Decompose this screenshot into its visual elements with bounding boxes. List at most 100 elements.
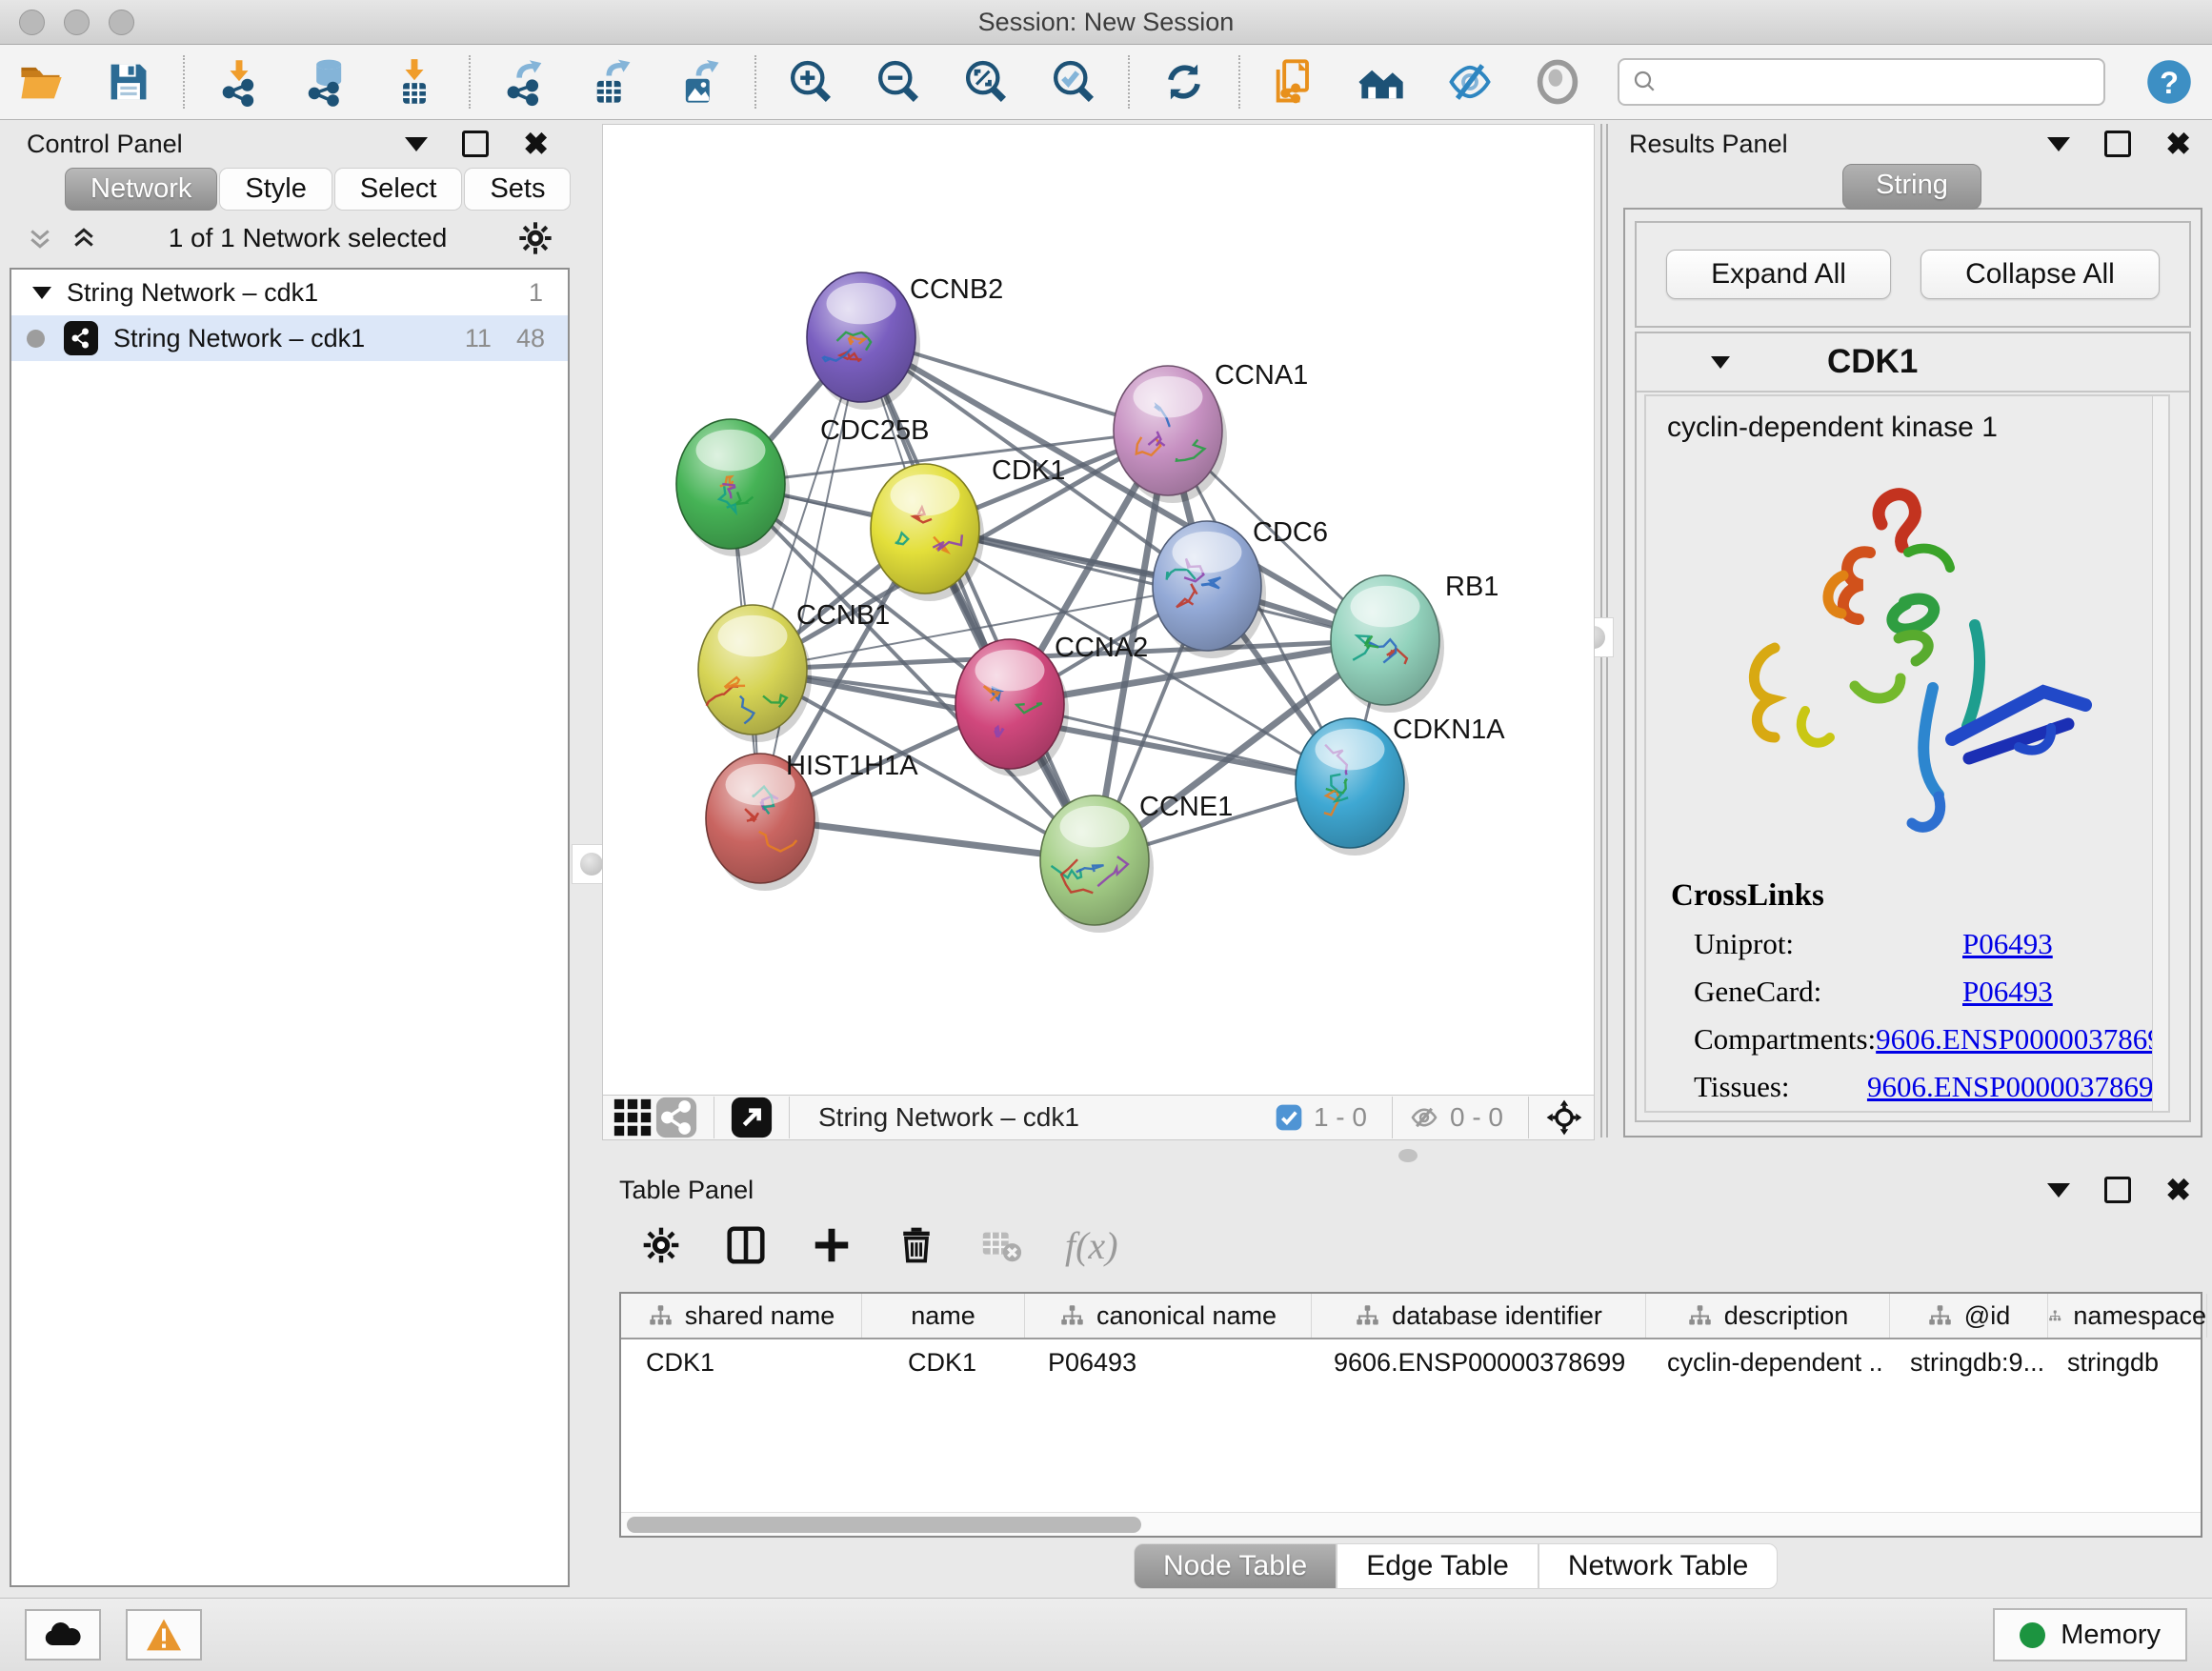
float-panel-icon[interactable] bbox=[462, 131, 489, 157]
scrollbar-thumb[interactable] bbox=[627, 1517, 1141, 1533]
export-table-icon[interactable] bbox=[587, 56, 638, 108]
cell-namespace[interactable]: stringdb bbox=[2042, 1348, 2201, 1378]
hide-eye-icon[interactable] bbox=[1444, 56, 1496, 108]
import-network-file-icon[interactable] bbox=[213, 56, 265, 108]
save-session-button[interactable] bbox=[103, 56, 154, 108]
tab-style[interactable]: Style bbox=[219, 168, 332, 211]
edge[interactable] bbox=[760, 337, 861, 818]
string-share-gray-icon[interactable] bbox=[654, 1098, 698, 1137]
table-horizontal-scrollbar[interactable] bbox=[621, 1512, 2201, 1536]
column-header-shared-name[interactable]: shared name bbox=[621, 1294, 862, 1338]
network-collection-row[interactable]: String Network – cdk1 1 bbox=[11, 270, 568, 315]
function-builder-icon[interactable]: f(x) bbox=[1065, 1223, 1118, 1268]
open-in-window-icon[interactable] bbox=[730, 1098, 774, 1137]
network-row[interactable]: String Network – cdk1 11 48 bbox=[11, 315, 568, 361]
cell-database-identifier[interactable]: 9606.ENSP00000378699 bbox=[1309, 1348, 1642, 1378]
entry-collapse-icon[interactable] bbox=[1711, 356, 1730, 369]
crosslink-link[interactable]: 9606.ENSP00000378699 bbox=[1867, 1070, 2168, 1104]
node-RB1[interactable]: RB1 bbox=[1331, 572, 1498, 713]
crosslink-link[interactable]: 9606.ENSP00000378699 bbox=[1876, 1022, 2170, 1057]
float-results-icon[interactable] bbox=[2104, 131, 2131, 157]
collapse-results-icon[interactable] bbox=[2047, 137, 2070, 151]
gear-icon[interactable] bbox=[516, 219, 554, 257]
node-CCNB1[interactable]: CCNB1 bbox=[698, 600, 890, 742]
delete-table-icon[interactable] bbox=[979, 1223, 1023, 1267]
node-HIST1H1A[interactable]: HIST1H1A bbox=[706, 751, 918, 891]
search-input[interactable] bbox=[1659, 67, 2073, 98]
cell-name[interactable]: CDK1 bbox=[861, 1348, 1023, 1378]
export-image-icon[interactable] bbox=[674, 56, 726, 108]
column-header-id[interactable]: @id bbox=[1890, 1294, 2048, 1338]
zoom-out-icon[interactable] bbox=[873, 56, 924, 108]
cell-id[interactable]: stringdb:9... bbox=[1885, 1348, 2042, 1378]
table-row[interactable]: CDK1CDK1P064939606.ENSP00000378699cyclin… bbox=[621, 1339, 2201, 1385]
hidden-items-icon[interactable] bbox=[1408, 1101, 1440, 1134]
node-CCNB2[interactable]: CCNB2 bbox=[807, 272, 1003, 410]
column-header-database-identifier[interactable]: database identifier bbox=[1312, 1294, 1646, 1338]
cell-canonical-name[interactable]: P06493 bbox=[1023, 1348, 1309, 1378]
collapse-all-button[interactable]: Collapse All bbox=[1920, 250, 2160, 299]
column-header-description[interactable]: description bbox=[1646, 1294, 1890, 1338]
crosslink-link[interactable]: P06493 bbox=[1962, 975, 2053, 1009]
zoom-in-icon[interactable] bbox=[785, 56, 836, 108]
collapse-all-icon[interactable] bbox=[25, 224, 55, 252]
close-panel-icon[interactable]: ✖ bbox=[523, 129, 549, 159]
cell-shared-name[interactable]: CDK1 bbox=[621, 1348, 861, 1378]
tab-string[interactable]: String bbox=[1842, 164, 1981, 210]
cell-description[interactable]: cyclin-dependent ... bbox=[1642, 1348, 1885, 1378]
import-table-file-icon[interactable] bbox=[389, 56, 440, 108]
clone-network-icon[interactable] bbox=[1269, 56, 1320, 108]
tab-node-table[interactable]: Node Table bbox=[1134, 1543, 1337, 1589]
open-session-button[interactable] bbox=[15, 56, 67, 108]
close-window-button[interactable] bbox=[19, 10, 45, 35]
zoom-fit-icon[interactable] bbox=[960, 56, 1012, 108]
houses-icon[interactable] bbox=[1357, 56, 1408, 108]
entry-header[interactable]: CDK1 bbox=[1637, 333, 2189, 393]
tab-network-table[interactable]: Network Table bbox=[1538, 1543, 1779, 1589]
node-CDC6[interactable]: CDC6 bbox=[1153, 517, 1328, 658]
zoom-selected-icon[interactable] bbox=[1048, 56, 1099, 108]
horizontal-splitter-handle[interactable] bbox=[1398, 1149, 1418, 1162]
node-CCNA1[interactable]: CCNA1 bbox=[1114, 360, 1308, 503]
pan-crosshair-icon[interactable] bbox=[1544, 1097, 1584, 1137]
expand-all-icon[interactable] bbox=[69, 224, 99, 252]
tab-sets[interactable]: Sets bbox=[464, 168, 571, 211]
selected-checkbox-icon[interactable] bbox=[1274, 1102, 1304, 1133]
collapse-panel-icon[interactable] bbox=[405, 137, 428, 151]
node-CDK1[interactable]: CDK1 bbox=[871, 455, 1065, 601]
warning-button[interactable] bbox=[126, 1609, 202, 1661]
help-icon[interactable]: ? bbox=[2143, 56, 2195, 108]
node-CCNE1[interactable]: CCNE1 bbox=[1040, 792, 1233, 933]
tree-expand-icon[interactable] bbox=[32, 287, 51, 299]
eye-icon[interactable] bbox=[1532, 56, 1583, 108]
results-scrollbar[interactable] bbox=[2152, 396, 2168, 1111]
close-table-icon[interactable]: ✖ bbox=[2165, 1175, 2191, 1205]
node-CDKN1A[interactable]: CDKN1A bbox=[1296, 715, 1505, 856]
tab-edge-table[interactable]: Edge Table bbox=[1337, 1543, 1538, 1589]
crosslink-link[interactable]: P06493 bbox=[1962, 927, 2053, 961]
birds-eye-grid-icon[interactable] bbox=[611, 1098, 654, 1137]
minimize-window-button[interactable] bbox=[64, 10, 90, 35]
memory-button[interactable]: Memory bbox=[1993, 1608, 2187, 1661]
column-header-name[interactable]: name bbox=[862, 1294, 1025, 1338]
column-header-canonical-name[interactable]: canonical name bbox=[1025, 1294, 1312, 1338]
tab-network[interactable]: Network bbox=[65, 168, 217, 211]
float-table-icon[interactable] bbox=[2104, 1177, 2131, 1203]
tree-column-icon bbox=[1687, 1303, 1713, 1329]
string-network-icon bbox=[64, 321, 98, 355]
add-column-icon[interactable] bbox=[810, 1223, 854, 1267]
expand-all-button[interactable]: Expand All bbox=[1666, 250, 1891, 299]
import-network-database-icon[interactable] bbox=[301, 56, 352, 108]
collapse-table-icon[interactable] bbox=[2047, 1183, 2070, 1198]
column-header-namespace[interactable]: namespace bbox=[2048, 1294, 2207, 1338]
cloud-button[interactable] bbox=[25, 1609, 101, 1661]
table-gear-icon[interactable] bbox=[640, 1224, 682, 1266]
network-canvas[interactable]: CCNB2CCNA1CDC25BCDK1CDC6RB1CCNB1CCNA2CDK… bbox=[602, 124, 1595, 1096]
export-network-icon[interactable] bbox=[499, 56, 551, 108]
tab-select[interactable]: Select bbox=[334, 168, 463, 211]
delete-column-icon[interactable] bbox=[895, 1224, 937, 1266]
maximize-window-button[interactable] bbox=[109, 10, 134, 35]
refresh-network-icon[interactable] bbox=[1158, 56, 1210, 108]
close-results-icon[interactable]: ✖ bbox=[2165, 129, 2191, 159]
split-columns-icon[interactable] bbox=[724, 1223, 768, 1267]
